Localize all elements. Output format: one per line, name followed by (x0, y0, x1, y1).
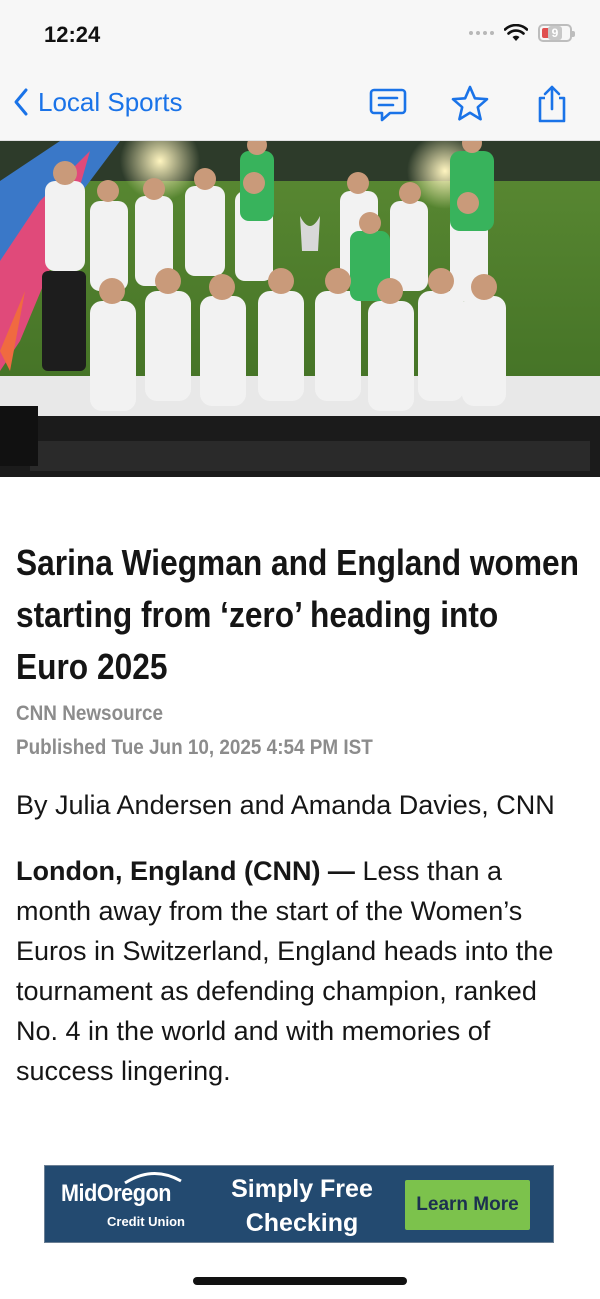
battery-level: 9 (547, 26, 563, 40)
article-headline: Sarina Wiegman and England women startin… (16, 542, 580, 687)
advertiser-name: MidOregon (61, 1180, 171, 1207)
cellular-signal-icon (469, 31, 494, 35)
advertiser-subname: Credit Union (107, 1214, 185, 1229)
article-byline: By Julia Andersen and Amanda Davies, CNN (16, 790, 555, 820)
status-time: 12:24 (44, 22, 101, 47)
navigation-bar: Local Sports (0, 70, 600, 141)
article-source: CNN Newsource (16, 702, 164, 725)
ad-headline: Simply Free Checking (231, 1175, 373, 1237)
article-body-text: Less than a month away from the start of… (16, 856, 554, 1086)
article-published-date: Published Tue Jun 10, 2025 4:54 PM IST (16, 736, 373, 759)
article-content: Sarina Wiegman and England women startin… (16, 537, 580, 1118)
star-icon[interactable] (450, 84, 490, 124)
chevron-left-icon (14, 88, 28, 116)
share-icon[interactable] (532, 84, 572, 124)
status-bar: 12:24 9 (0, 0, 600, 70)
article-body-paragraph: London, England (CNN) — Less than a mont… (16, 851, 576, 1091)
back-label: Local Sports (38, 86, 183, 117)
ad-learn-more-button[interactable]: Learn More (405, 1180, 530, 1230)
wifi-icon (504, 24, 528, 41)
team-celebration-photo (0, 141, 600, 477)
comments-icon[interactable] (368, 84, 408, 124)
article-hero-image[interactable] (0, 141, 600, 477)
battery-icon: 9 (538, 24, 575, 42)
home-indicator[interactable] (193, 1277, 407, 1285)
article-dateline: London, England (CNN) — (16, 856, 355, 886)
status-icons: 9 (469, 24, 575, 42)
advertiser-logo: MidOregon Credit Union (61, 1172, 185, 1229)
back-button[interactable]: Local Sports (10, 86, 183, 118)
ad-banner[interactable]: MidOregon Credit Union Simply Free Check… (44, 1165, 554, 1243)
